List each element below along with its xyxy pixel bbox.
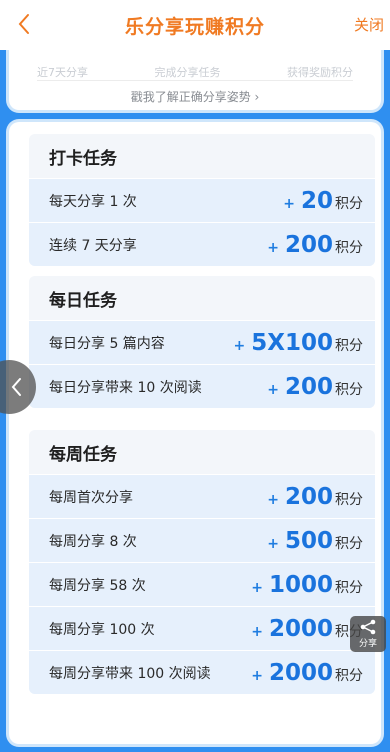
reward-amount: 1000 <box>268 571 333 598</box>
task-row: 每日分享 5 篇内容 + 5X100 积分 <box>29 320 375 364</box>
reward-amount: 2000 <box>268 659 333 686</box>
task-row: 每周首次分享 + 200 积分 <box>29 474 375 518</box>
stat-label: 完成分享任务 <box>154 66 221 79</box>
task-row: 连续 7 天分享 + 200 积分 <box>29 222 375 266</box>
stats-labels: 近7天分享 完成分享任务 获得奖励积分 <box>37 64 353 80</box>
reward-amount: 2000 <box>268 615 333 642</box>
share-label: 分享 <box>358 639 377 649</box>
stat-label: 近7天分享 <box>37 66 88 79</box>
task-label: 每周分享 100 次 <box>49 621 155 638</box>
reward-unit: 积分 <box>335 239 363 256</box>
plus-sign: + <box>267 381 279 398</box>
task-label: 每周分享带来 100 次阅读 <box>49 665 211 682</box>
divider <box>37 80 353 81</box>
share-guide-link[interactable]: 戳我了解正确分享姿势 › <box>9 88 381 105</box>
plus-sign: + <box>251 667 263 684</box>
plus-sign: + <box>267 491 279 508</box>
task-reward: + 500 积分 <box>267 528 363 554</box>
page-title: 乐分享玩赚积分 <box>124 15 265 38</box>
reward-amount: 200 <box>284 373 333 400</box>
back-button[interactable] <box>8 8 40 40</box>
section-title: 打卡任务 <box>29 134 375 178</box>
task-label: 每天分享 1 次 <box>49 193 137 210</box>
share-icon <box>360 619 376 635</box>
plus-sign: + <box>267 239 279 256</box>
task-reward: + 1000 积分 <box>251 572 363 598</box>
task-reward: + 200 积分 <box>267 232 363 258</box>
plus-sign: + <box>283 195 295 212</box>
reward-unit: 积分 <box>335 579 363 596</box>
task-reward: + 2000 积分 <box>251 660 363 686</box>
section-weekly-tasks: 每周任务 每周首次分享 + 200 积分 每周分享 8 次 + 500 积分 每… <box>29 430 375 694</box>
reward-amount: 20 <box>300 187 333 214</box>
plus-sign: + <box>251 623 263 640</box>
reward-unit: 积分 <box>335 535 363 552</box>
plus-sign: + <box>267 535 279 552</box>
plus-sign: + <box>233 337 246 354</box>
task-row: 每天分享 1 次 + 20 积分 <box>29 178 375 222</box>
reward-amount: 500 <box>284 527 333 554</box>
task-reward: + 200 积分 <box>267 374 363 400</box>
task-label: 每周首次分享 <box>49 489 133 506</box>
plus-sign: + <box>251 579 263 596</box>
stat-label: 获得奖励积分 <box>287 66 353 79</box>
task-label: 每日分享带来 10 次阅读 <box>49 379 202 396</box>
task-row: 每周分享 58 次 + 1000 积分 <box>29 562 375 606</box>
task-reward: + 2000 积分 <box>251 616 363 642</box>
section-checkin-tasks: 打卡任务 每天分享 1 次 + 20 积分 连续 7 天分享 + 200 积分 <box>29 134 375 266</box>
reward-unit: 积分 <box>335 667 363 684</box>
reward-unit: 积分 <box>335 337 363 354</box>
task-reward: + 200 积分 <box>267 484 363 510</box>
section-title: 每周任务 <box>29 430 375 474</box>
task-row: 每周分享 100 次 + 2000 积分 <box>29 606 375 650</box>
top-nav-bar: 乐分享玩赚积分 关闭 <box>0 0 390 50</box>
reward-amount: 200 <box>284 483 333 510</box>
reward-amount: 5X100 <box>251 329 333 356</box>
task-label: 每周分享 8 次 <box>49 533 137 550</box>
section-title: 每日任务 <box>29 276 375 320</box>
reward-unit: 积分 <box>335 195 363 212</box>
close-button[interactable]: 关闭 <box>354 14 384 35</box>
task-reward: + 20 积分 <box>283 188 363 214</box>
share-button[interactable]: 分享 <box>350 616 386 652</box>
section-daily-tasks: 每日任务 每日分享 5 篇内容 + 5X100 积分 每日分享带来 10 次阅读… <box>29 276 375 408</box>
task-row: 每周分享 8 次 + 500 积分 <box>29 518 375 562</box>
task-label: 每日分享 5 篇内容 <box>49 335 165 352</box>
reward-amount: 200 <box>284 231 333 258</box>
reward-unit: 积分 <box>335 491 363 508</box>
task-label: 每周分享 58 次 <box>49 577 146 594</box>
task-row: 每日分享带来 10 次阅读 + 200 积分 <box>29 364 375 408</box>
chevron-left-icon <box>18 14 29 34</box>
reward-unit: 积分 <box>335 381 363 398</box>
chevron-left-icon <box>11 378 21 396</box>
task-card: 打卡任务 每天分享 1 次 + 20 积分 连续 7 天分享 + 200 积分 … <box>9 122 381 744</box>
task-label: 连续 7 天分享 <box>49 237 137 254</box>
task-reward: + 5X100 积分 <box>234 330 363 356</box>
task-row: 每周分享带来 100 次阅读 + 2000 积分 <box>29 650 375 694</box>
